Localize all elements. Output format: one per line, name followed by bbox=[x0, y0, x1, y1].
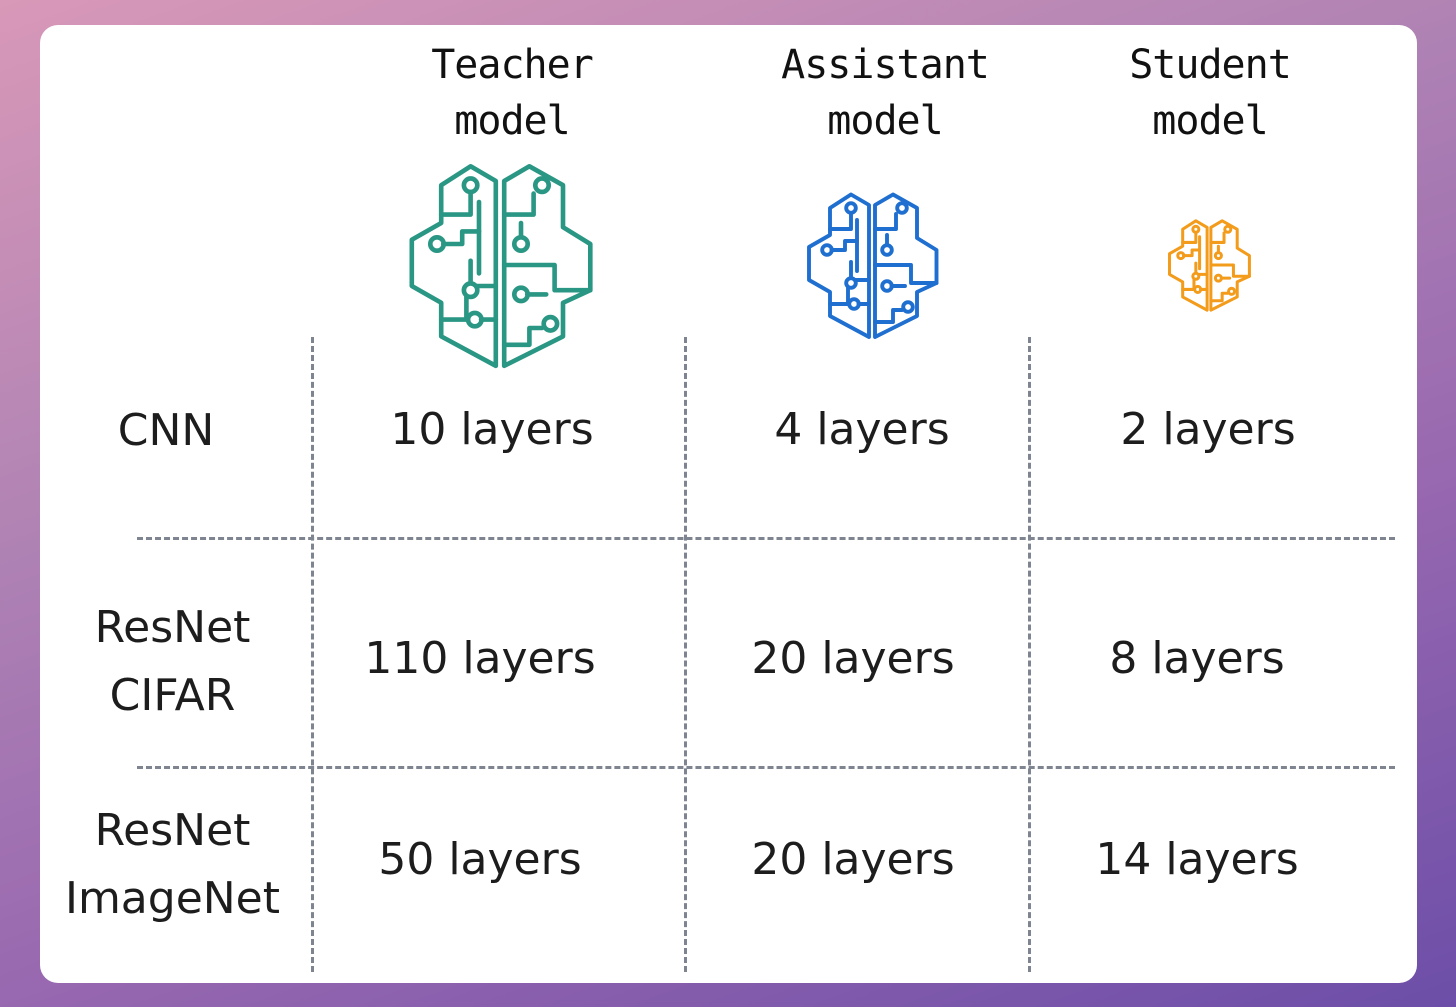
row-label-resnet-cifar: ResNet CIFAR bbox=[40, 594, 305, 730]
row-label-resnet-imagenet: ResNet ImageNet bbox=[40, 797, 305, 933]
cell-student-resnet-imagenet: 14 layers bbox=[1095, 834, 1299, 885]
assistant-column-header: Assistant model bbox=[755, 37, 1015, 149]
teacher-column-header: Teacher model bbox=[392, 37, 632, 149]
student-brain-icon bbox=[1168, 219, 1251, 312]
cell-assistant-resnet-imagenet: 20 layers bbox=[751, 834, 955, 885]
row-label-line2: ImageNet bbox=[64, 873, 281, 924]
cell-assistant-cnn: 4 layers bbox=[774, 404, 950, 455]
row-label-cnn: CNN bbox=[40, 397, 292, 465]
row-label-line1: ResNet bbox=[94, 805, 251, 856]
teacher-header-line1: Teacher bbox=[431, 42, 594, 88]
cell-student-cnn: 2 layers bbox=[1120, 404, 1296, 455]
student-column-header: Student model bbox=[1090, 37, 1330, 149]
student-header-line1: Student bbox=[1129, 42, 1292, 88]
teacher-header-line2: model bbox=[454, 98, 570, 144]
cell-teacher-resnet-imagenet: 50 layers bbox=[378, 834, 582, 885]
cell-teacher-resnet-cifar: 110 layers bbox=[364, 633, 596, 684]
student-header-line2: model bbox=[1152, 98, 1268, 144]
assistant-header-line1: Assistant bbox=[781, 42, 990, 88]
cell-assistant-resnet-cifar: 20 layers bbox=[751, 633, 955, 684]
row-label-line2: CIFAR bbox=[109, 670, 236, 721]
grid-divider-horizontal bbox=[137, 766, 1395, 769]
grid-divider-horizontal bbox=[137, 537, 1395, 540]
row-label-line1: ResNet bbox=[94, 602, 251, 653]
row-label-line1: CNN bbox=[117, 405, 215, 456]
teacher-brain-icon bbox=[409, 163, 593, 369]
cell-teacher-cnn: 10 layers bbox=[390, 404, 594, 455]
comparison-card: Teacher model Assistant model Student mo… bbox=[40, 25, 1417, 983]
assistant-header-line2: model bbox=[827, 98, 943, 144]
cell-student-resnet-cifar: 8 layers bbox=[1109, 633, 1285, 684]
assistant-brain-icon bbox=[807, 192, 939, 339]
